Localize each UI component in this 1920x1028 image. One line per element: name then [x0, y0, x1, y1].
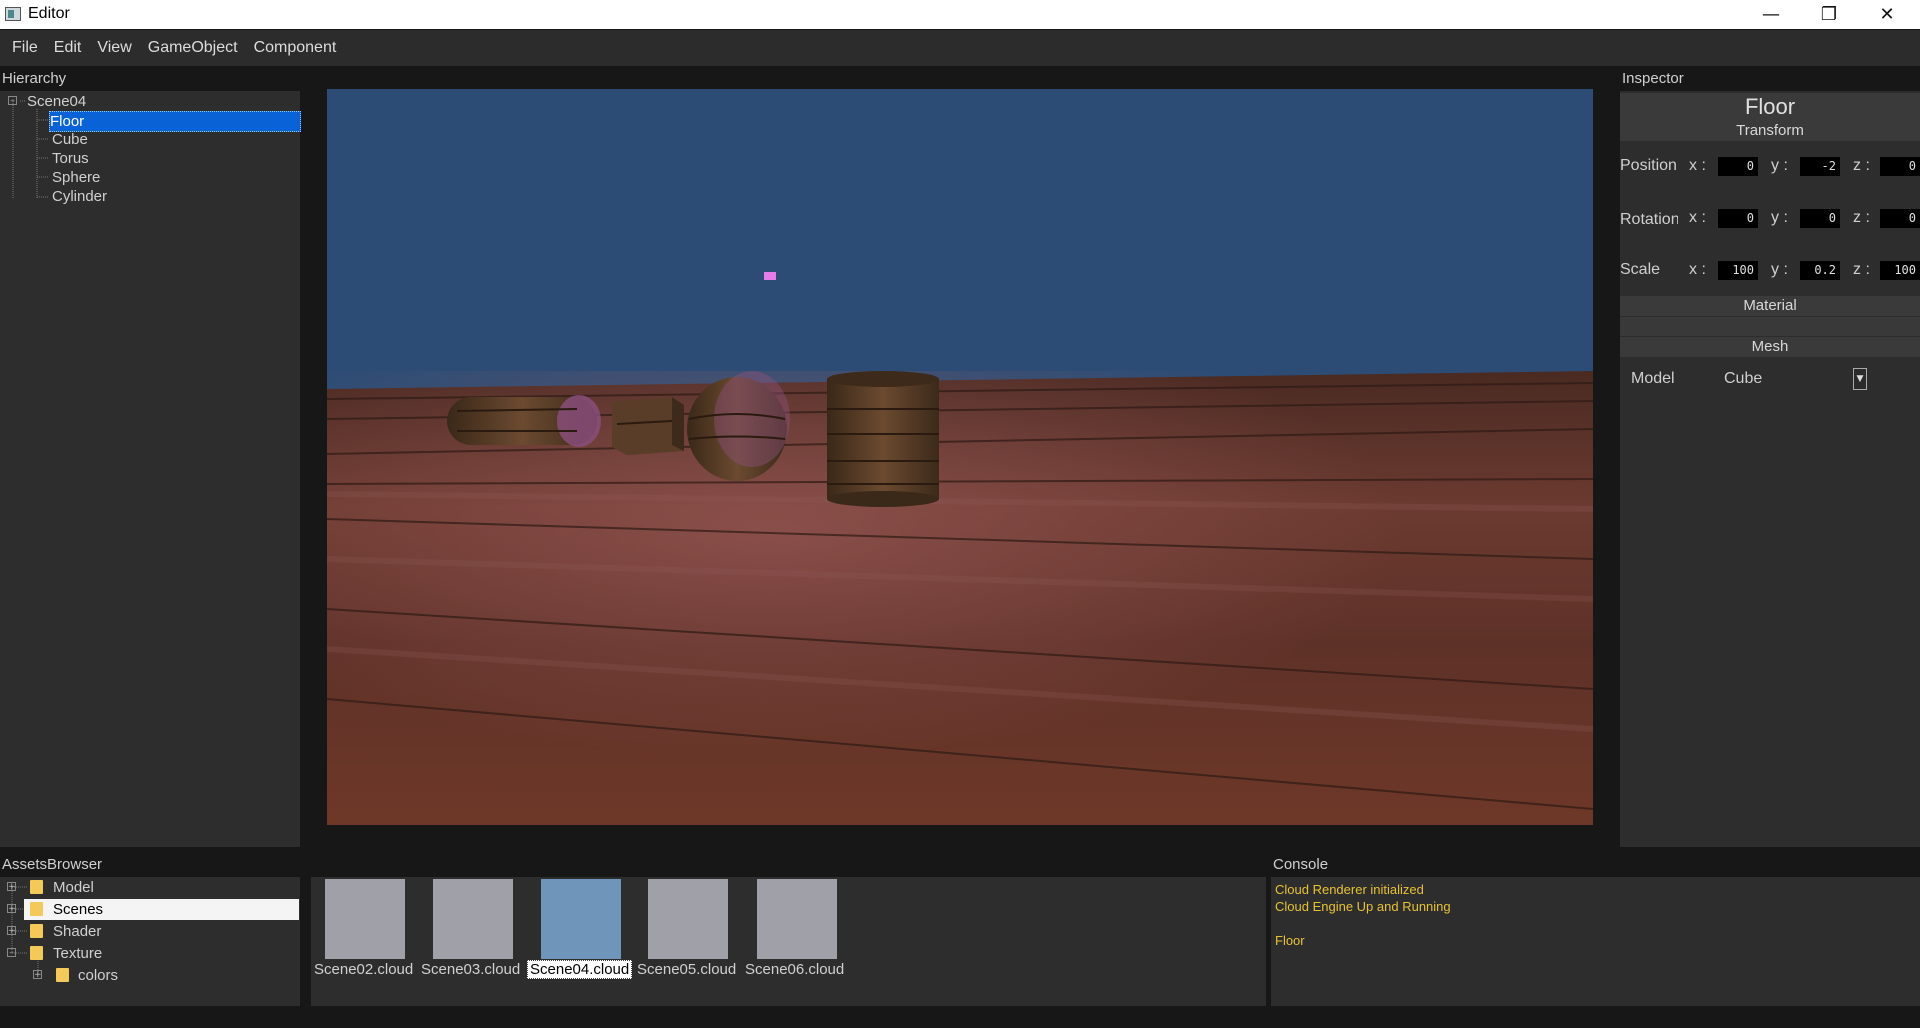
folder-model[interactable]: Model — [53, 878, 94, 897]
rotation-x-field[interactable]: 0 — [1718, 209, 1758, 228]
axis-x-label: x : — [1689, 157, 1706, 174]
rotation-z-field[interactable]: 0 — [1880, 209, 1920, 228]
transform-header: Transform — [1620, 121, 1920, 141]
hierarchy-panel: – Scene04 Floor Cube Torus Sphere Cylind… — [0, 91, 301, 847]
tree-item-torus[interactable]: Torus — [52, 149, 89, 168]
cube-object — [612, 397, 684, 455]
folder-icon — [56, 968, 69, 982]
mesh-header: Mesh — [1620, 337, 1920, 357]
collapse-icon[interactable]: – — [8, 96, 17, 106]
scene-file-label[interactable]: Scene06.cloud — [745, 961, 844, 978]
scene-file-thumb[interactable] — [433, 879, 513, 959]
model-select[interactable]: Cube — [1724, 370, 1762, 388]
menu-bar: File Edit View GameObject Component — [0, 30, 1920, 66]
console-line: Floor — [1275, 933, 1305, 948]
scale-z-field[interactable]: 100 — [1880, 261, 1920, 280]
scene-file-thumb[interactable] — [648, 879, 728, 959]
tree-item-floor[interactable]: Floor — [49, 111, 301, 132]
expand-icon[interactable]: + — [33, 970, 42, 980]
title-bar: Editor — ❐ ✕ — [0, 0, 1920, 29]
axis-z-label: z : — [1853, 261, 1870, 278]
folder-shader[interactable]: Shader — [53, 922, 101, 941]
axis-x-label: x : — [1689, 261, 1706, 278]
console-label: Console — [1273, 856, 1329, 873]
axis-z-label: z : — [1853, 157, 1870, 174]
scene-file-label[interactable]: Scene02.cloud — [314, 961, 413, 978]
scene-file-label[interactable]: Scene05.cloud — [637, 961, 736, 978]
scene-file-thumb[interactable] — [325, 879, 405, 959]
expand-icon[interactable]: + — [7, 882, 16, 892]
assets-files-panel: Scene02.cloud Scene03.cloud Scene04.clou… — [311, 877, 1266, 1006]
material-slot[interactable] — [1620, 317, 1920, 336]
scene-viewport[interactable] — [327, 89, 1593, 825]
menu-gameobject[interactable]: GameObject — [140, 39, 246, 57]
restore-icon[interactable]: ❐ — [1800, 0, 1858, 29]
expand-icon[interactable]: + — [7, 926, 16, 936]
menu-edit[interactable]: Edit — [46, 39, 90, 57]
console-panel: Cloud Renderer initialized Cloud Engine … — [1271, 877, 1920, 1006]
collapse-icon[interactable]: – — [7, 948, 16, 958]
rotation-y-field[interactable]: 0 — [1800, 209, 1840, 228]
folder-icon — [30, 924, 43, 938]
expand-icon[interactable]: + — [7, 904, 16, 914]
position-y-field[interactable]: -2 — [1800, 157, 1840, 176]
position-x-field[interactable]: 0 — [1718, 157, 1758, 176]
assets-label: AssetsBrowser — [2, 856, 103, 873]
close-icon[interactable]: ✕ — [1858, 0, 1916, 29]
console-line: Cloud Renderer initialized — [1275, 882, 1424, 897]
scene-file-thumb[interactable] — [541, 879, 621, 959]
axis-x-label: x : — [1689, 209, 1706, 226]
rotation-label-clip: Rotation — [1620, 209, 1678, 231]
axis-y-label: y : — [1771, 209, 1788, 226]
model-label: Model — [1631, 370, 1675, 387]
inspector-panel — [1620, 91, 1920, 847]
scene-render — [327, 272, 1593, 825]
app-icon — [5, 7, 21, 21]
axis-z-label: z : — [1853, 209, 1870, 226]
minimize-icon[interactable]: — — [1742, 0, 1800, 29]
tree-item-sphere[interactable]: Sphere — [52, 168, 100, 187]
inspector-label: Inspector — [1622, 70, 1684, 87]
folder-icon — [30, 946, 43, 960]
folder-colors[interactable]: colors — [78, 966, 118, 985]
scene-file-label[interactable]: Scene04.cloud — [527, 960, 633, 979]
cylinder-object — [827, 371, 939, 507]
menu-component[interactable]: Component — [246, 39, 345, 57]
scale-x-field[interactable]: 100 — [1718, 261, 1758, 280]
folder-icon — [30, 880, 43, 894]
window-title: Editor — [28, 5, 70, 22]
hierarchy-label: Hierarchy — [2, 70, 67, 87]
folder-texture[interactable]: Texture — [53, 944, 102, 963]
scene-file-label[interactable]: Scene03.cloud — [421, 961, 520, 978]
material-header: Material — [1620, 296, 1920, 316]
folder-icon — [30, 902, 43, 916]
scale-y-field[interactable]: 0.2 — [1800, 261, 1840, 280]
console-line: Cloud Engine Up and Running — [1275, 899, 1451, 914]
light-gizmo — [764, 272, 776, 280]
object-name: Floor — [1620, 93, 1920, 121]
position-z-field[interactable]: 0 — [1880, 157, 1920, 176]
scale-label: Scale — [1620, 261, 1661, 278]
menu-view[interactable]: View — [89, 39, 139, 57]
chevron-down-icon[interactable]: ▼ — [1853, 368, 1867, 390]
tree-root-scene[interactable]: Scene04 — [27, 92, 86, 111]
tree-item-cylinder[interactable]: Cylinder — [52, 187, 107, 206]
rotation-label: Rotation — [1620, 211, 1678, 228]
assets-tree-panel: + Model + Scenes + Shader – Texture + co… — [0, 877, 300, 1006]
folder-scenes[interactable]: Scenes — [53, 900, 103, 919]
menu-file[interactable]: File — [4, 39, 46, 57]
scene-file-thumb[interactable] — [757, 879, 837, 959]
axis-y-label: y : — [1771, 261, 1788, 278]
axis-y-label: y : — [1771, 157, 1788, 174]
position-label: Position — [1620, 157, 1677, 174]
torus-object — [447, 395, 601, 447]
tree-item-cube[interactable]: Cube — [52, 130, 88, 149]
